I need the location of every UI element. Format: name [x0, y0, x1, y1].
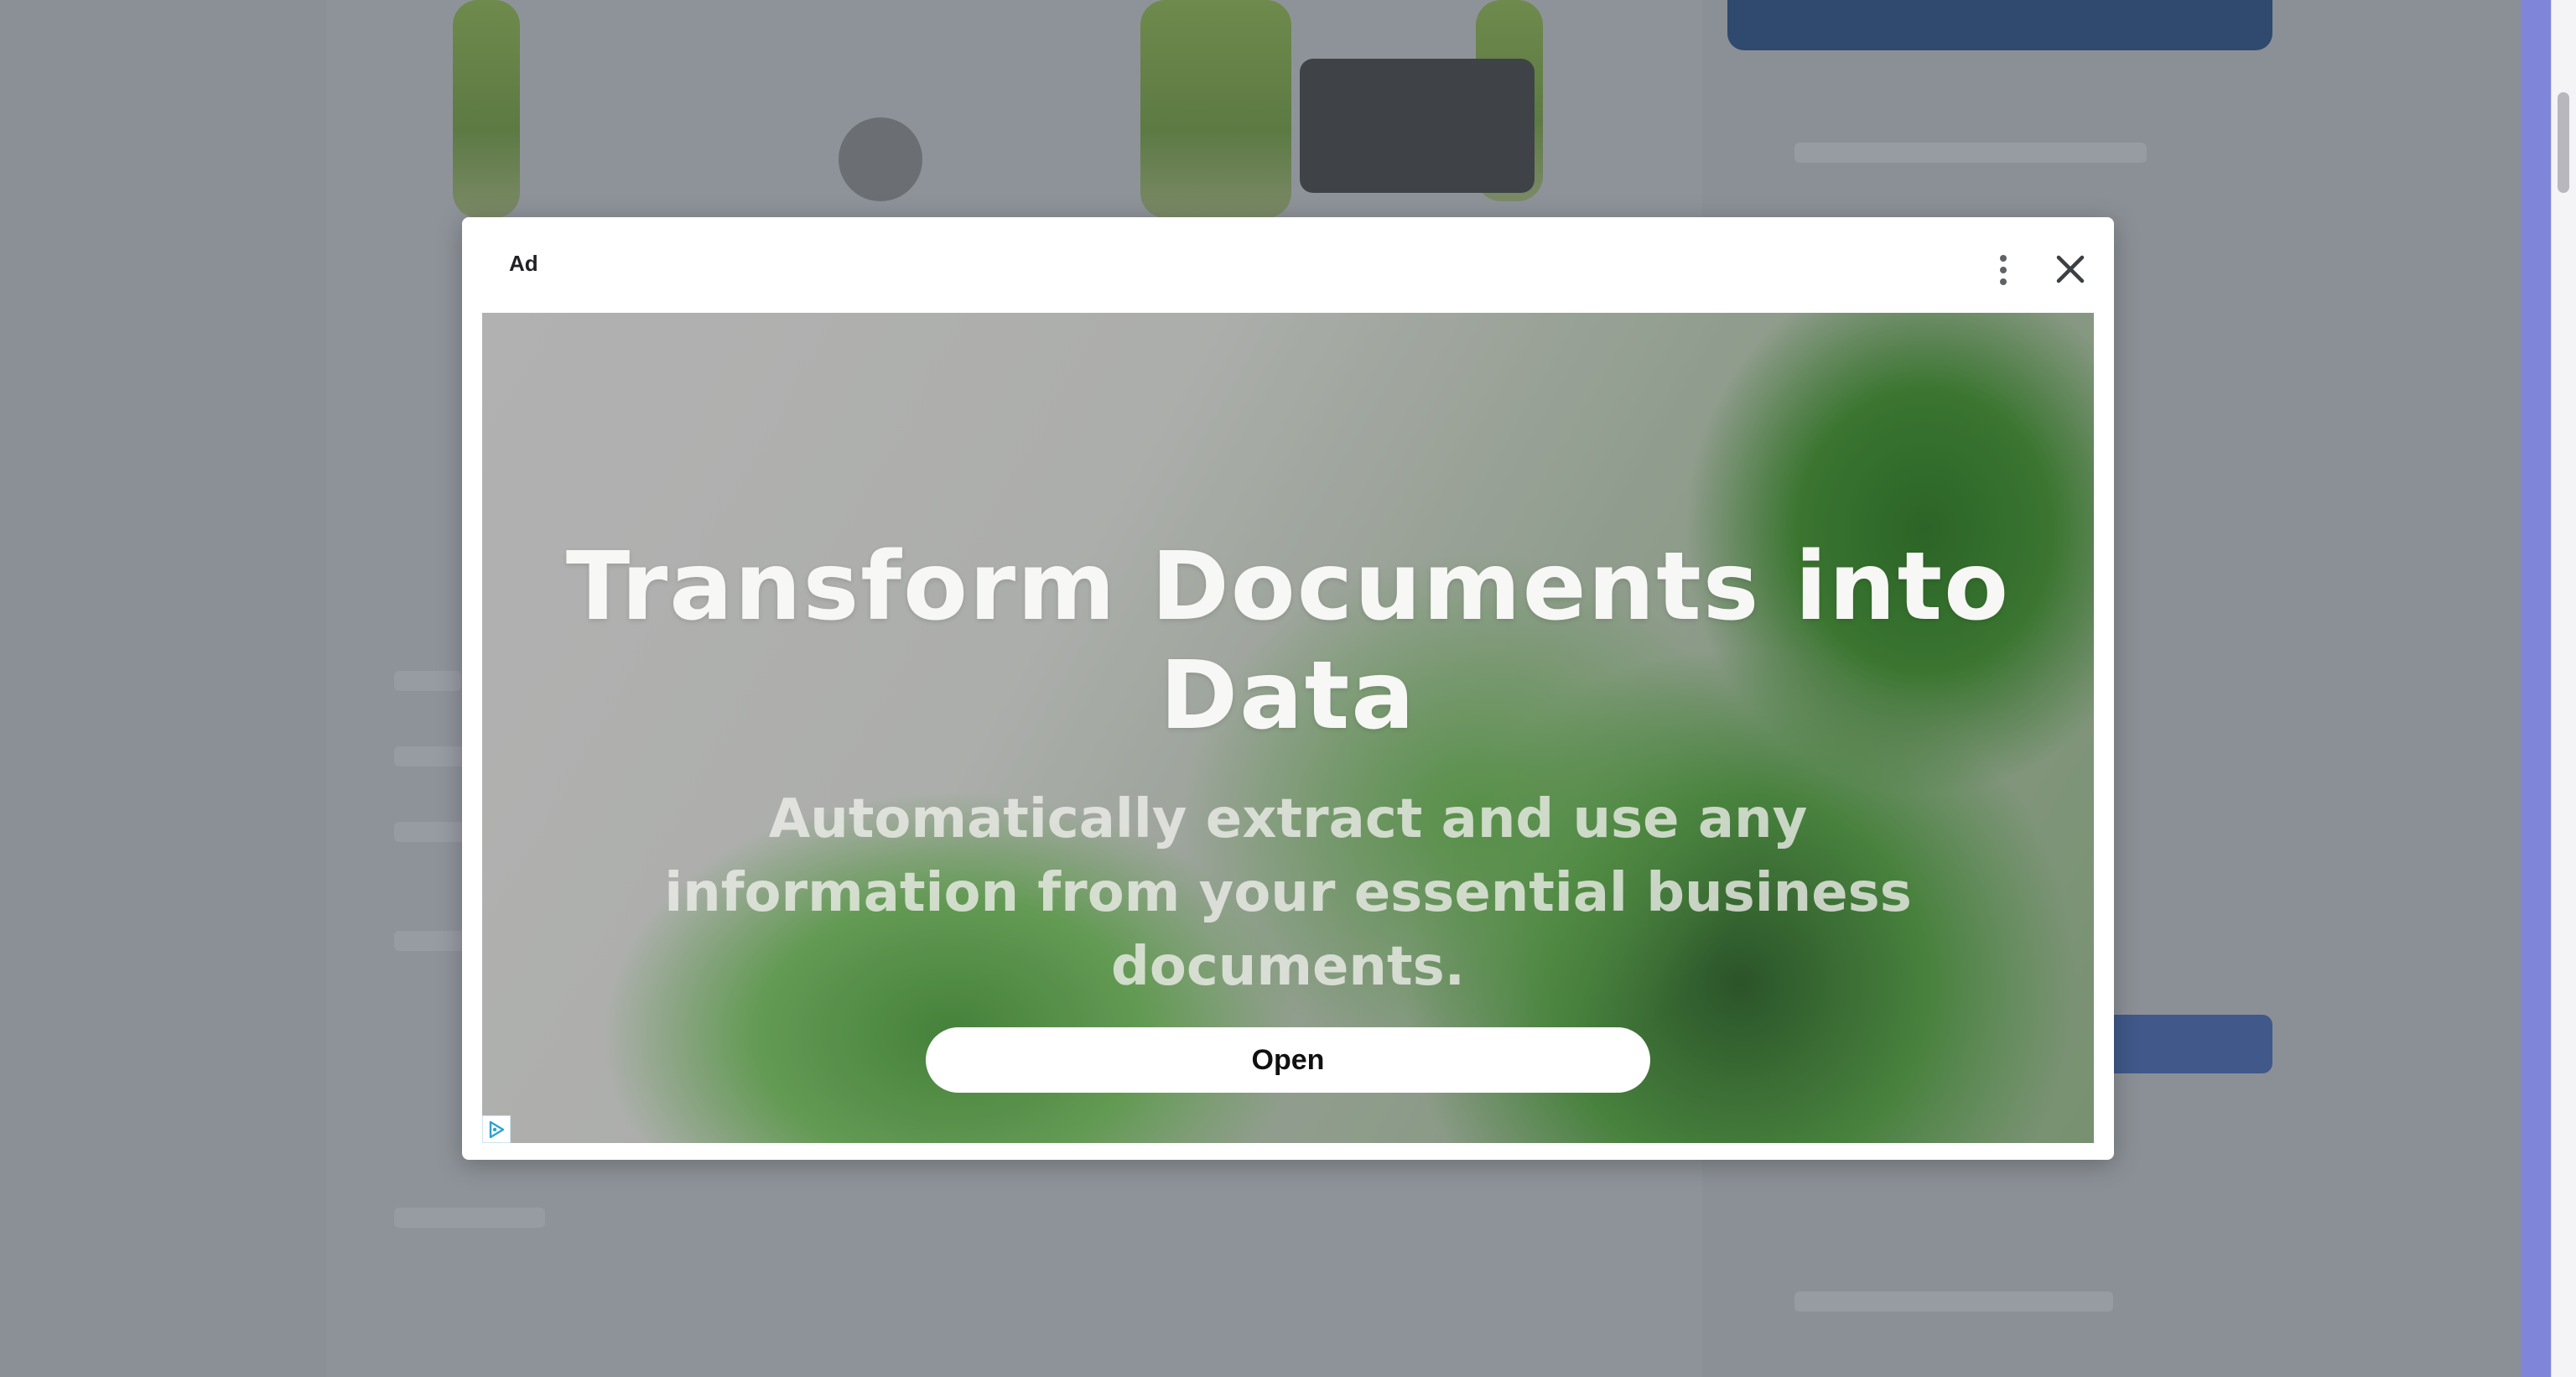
open-button[interactable]: Open — [926, 1027, 1650, 1093]
scrollbar[interactable] — [2551, 0, 2576, 1377]
background-image — [453, 0, 520, 218]
background-image — [1300, 59, 1535, 193]
close-icon[interactable] — [2047, 246, 2094, 293]
scrollbar-thumb[interactable] — [2558, 92, 2569, 193]
background-text — [394, 671, 461, 691]
adchoices-icon[interactable] — [482, 1115, 511, 1143]
background-button — [1727, 0, 2272, 50]
side-panel-strip — [2521, 0, 2551, 1377]
ad-creative[interactable]: Transform Documents into Data Automatica… — [482, 313, 2094, 1143]
ad-headline: Transform Documents into Data — [565, 533, 2011, 751]
more-vert-icon[interactable] — [1987, 249, 2020, 291]
ad-label: Ad — [509, 251, 538, 276]
background-image — [839, 117, 922, 201]
ad-dialog: Ad Transform Documents into Data Automat… — [462, 217, 2114, 1160]
background-text — [394, 1208, 545, 1228]
background-image — [1140, 0, 1291, 218]
background-text — [1794, 143, 2147, 163]
background-text — [1794, 1291, 2113, 1312]
background-text — [394, 931, 470, 951]
ad-description: Automatically extract and use any inform… — [664, 788, 1912, 998]
